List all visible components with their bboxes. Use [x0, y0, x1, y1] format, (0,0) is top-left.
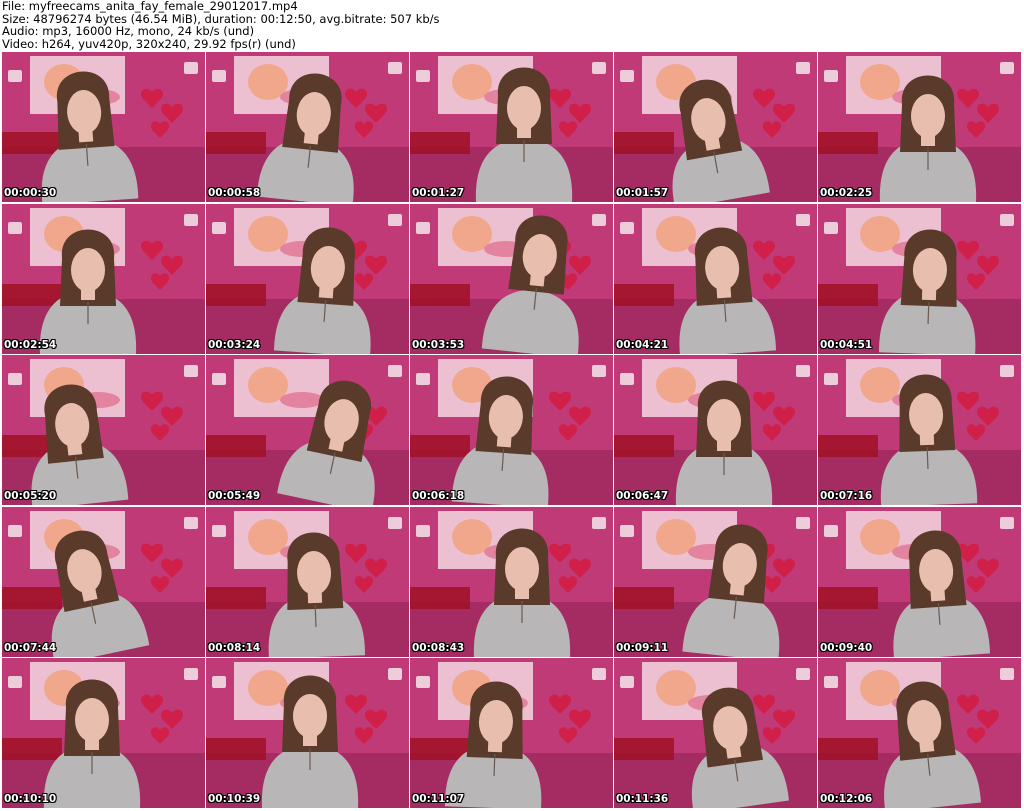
video-thumbnail: 00:03:24: [206, 203, 409, 354]
video-thumbnail: 00:12:06: [818, 658, 1021, 808]
thumbnail-frame: [206, 658, 409, 808]
file-name-line: File: myfreecams_anita_fay_female_290120…: [2, 0, 298, 13]
video-thumbnail: 00:00:30: [2, 52, 205, 202]
thumbnail-timestamp: 00:04:21: [616, 338, 669, 351]
thumbnail-frame: [2, 355, 205, 505]
thumbnail-frame: [206, 506, 409, 657]
video-thumbnail: 00:08:14: [206, 506, 409, 657]
video-thumbnail: 00:09:40: [818, 506, 1021, 657]
thumbnail-timestamp: 00:05:49: [208, 490, 261, 502]
video-thumbnail: 00:11:36: [614, 658, 817, 808]
thumbnail-timestamp: 00:05:20: [4, 490, 57, 502]
thumbnail-frame: [206, 355, 409, 505]
video-thumbnail: 00:05:49: [206, 355, 409, 505]
thumbnail-timestamp: 00:01:27: [412, 187, 465, 199]
thumbnail-frame: [410, 203, 613, 354]
video-thumbnail: 00:07:16: [818, 355, 1021, 505]
thumbnail-frame: [410, 52, 613, 202]
thumbnail-frame: [818, 203, 1021, 354]
thumbnail-timestamp: 00:03:53: [412, 338, 465, 351]
thumbnail-grid: 00:00:30 00:00:58 00:01:27 00:01:57 00:0…: [2, 52, 1022, 808]
video-thumbnail: 00:00:58: [206, 52, 409, 202]
video-thumbnail: 00:04:21: [614, 203, 817, 354]
thumbnail-timestamp: 00:07:44: [4, 641, 57, 654]
thumbnail-frame: [614, 52, 817, 202]
video-thumbnail: 00:07:44: [2, 506, 205, 657]
audio-info-line: Audio: mp3, 16000 Hz, mono, 24 kb/s (und…: [2, 24, 255, 38]
thumbnail-timestamp: 00:06:47: [616, 490, 669, 502]
thumbnail-timestamp: 00:02:25: [820, 187, 873, 199]
thumbnail-timestamp: 00:10:39: [208, 793, 261, 805]
thumbnail-frame: [818, 658, 1021, 808]
video-thumbnail: 00:08:43: [410, 506, 613, 657]
video-thumbnail: 00:10:10: [2, 658, 205, 808]
thumbnail-frame: [410, 658, 613, 808]
thumbnail-timestamp: 00:11:36: [616, 793, 669, 805]
thumbnail-timestamp: 00:01:57: [616, 187, 669, 199]
thumbnail-timestamp: 00:11:07: [412, 793, 465, 805]
video-thumbnail: 00:02:25: [818, 52, 1021, 202]
thumbnail-frame: [410, 355, 613, 505]
video-thumbnail: 00:06:18: [410, 355, 613, 505]
thumbnail-frame: [614, 658, 817, 808]
thumbnail-frame: [2, 52, 205, 202]
thumbnail-timestamp: 00:04:51: [820, 338, 873, 351]
thumbnail-timestamp: 00:00:30: [4, 187, 57, 199]
thumbnail-frame: [818, 355, 1021, 505]
video-thumbnail: 00:10:39: [206, 658, 409, 808]
video-thumbnail: 00:04:51: [818, 203, 1021, 354]
thumbnail-frame: [206, 203, 409, 354]
thumbnail-frame: [818, 506, 1021, 657]
thumbnail-timestamp: 00:10:10: [4, 793, 57, 805]
thumbnail-frame: [2, 658, 205, 808]
thumbnail-frame: [206, 52, 409, 202]
video-thumbnail: 00:01:27: [410, 52, 613, 202]
thumbnail-timestamp: 00:12:06: [820, 793, 873, 805]
thumbnail-frame: [614, 355, 817, 505]
thumbnail-timestamp: 00:00:58: [208, 187, 261, 199]
video-thumbnail: 00:02:54: [2, 203, 205, 354]
thumbnail-frame: [2, 506, 205, 657]
video-thumbnail: 00:01:57: [614, 52, 817, 202]
thumbnail-timestamp: 00:09:11: [616, 641, 669, 654]
thumbnail-timestamp: 00:09:40: [820, 641, 873, 654]
file-info-header: File: myfreecams_anita_fay_female_290120…: [2, 0, 1022, 50]
thumbnail-frame: [614, 506, 817, 657]
thumbnail-frame: [2, 203, 205, 354]
thumbnail-frame: [410, 506, 613, 657]
video-info-line: Video: h264, yuv420p, 320x240, 29.92 fps…: [2, 36, 296, 51]
thumbnail-frame: [818, 52, 1021, 202]
thumbnail-timestamp: 00:02:54: [4, 338, 57, 351]
video-thumbnail: 00:05:20: [2, 355, 205, 505]
thumbnail-timestamp: 00:06:18: [412, 490, 465, 502]
video-thumbnail: 00:06:47: [614, 355, 817, 505]
video-thumbnail: 00:03:53: [410, 203, 613, 354]
video-thumbnail: 00:11:07: [410, 658, 613, 808]
thumbnail-timestamp: 00:08:14: [208, 641, 261, 654]
thumbnail-timestamp: 00:07:16: [820, 490, 873, 502]
thumbnail-frame: [614, 203, 817, 354]
thumbnail-timestamp: 00:03:24: [208, 338, 261, 351]
video-thumbnail: 00:09:11: [614, 506, 817, 657]
thumbnail-timestamp: 00:08:43: [412, 641, 465, 654]
